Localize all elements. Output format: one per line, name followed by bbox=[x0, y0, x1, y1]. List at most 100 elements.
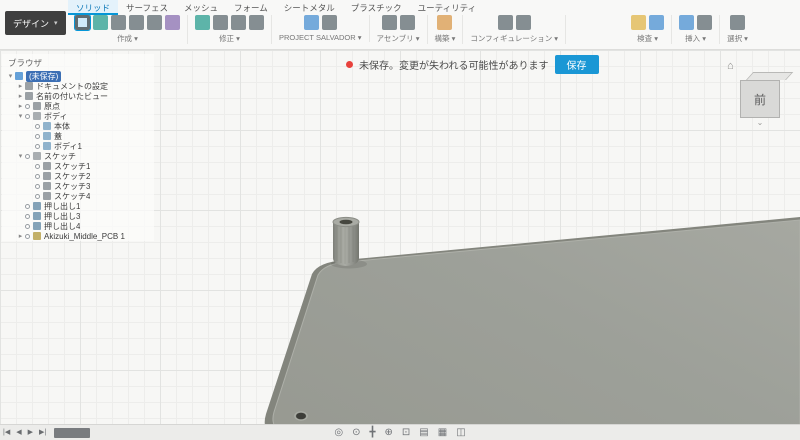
expand-icon[interactable]: ▸ bbox=[16, 82, 25, 90]
toolbar-group-label[interactable]: アセンブリ ▾ bbox=[377, 33, 420, 44]
browser-item[interactable]: 押し出し3 bbox=[2, 211, 154, 221]
fillet-icon[interactable] bbox=[213, 15, 228, 30]
toolbar-group-label[interactable]: 作成 ▾ bbox=[75, 33, 180, 44]
browser-item[interactable]: スケッチ2 bbox=[2, 171, 154, 181]
visibility-eye-icon[interactable] bbox=[25, 233, 30, 239]
tab-ソリッド[interactable]: ソリッド bbox=[68, 0, 119, 15]
toolbar-group-label[interactable]: コンフィギュレーション ▾ bbox=[470, 33, 558, 44]
addin-tool-1-icon[interactable] bbox=[303, 15, 319, 30]
display-settings-icon[interactable]: ▤ bbox=[419, 425, 428, 440]
standoff-hole[interactable] bbox=[339, 219, 353, 225]
collapse-icon[interactable]: ▾ bbox=[16, 152, 25, 160]
tab-フォーム[interactable]: フォーム bbox=[226, 0, 276, 15]
browser-item[interactable]: ▾ スケッチ bbox=[2, 151, 154, 161]
collapse-icon[interactable]: ▾ bbox=[6, 72, 15, 80]
step-back-button[interactable]: ◀ bbox=[13, 425, 24, 440]
configuration-table-icon[interactable] bbox=[515, 15, 531, 30]
browser-item[interactable]: スケッチ1 bbox=[2, 161, 154, 171]
mounting-hole[interactable] bbox=[296, 412, 306, 420]
revolve-icon[interactable] bbox=[111, 15, 126, 30]
insert-svg-icon[interactable] bbox=[697, 15, 713, 30]
section-analysis-icon[interactable] bbox=[649, 15, 665, 30]
viewcube-top-face[interactable] bbox=[746, 72, 794, 80]
browser-item[interactable]: スケッチ3 bbox=[2, 181, 154, 191]
sweep-icon[interactable] bbox=[129, 15, 144, 30]
tab-サーフェス[interactable]: サーフェス bbox=[118, 0, 176, 15]
toolbar-group-label[interactable]: 挿入 ▾ bbox=[679, 33, 712, 44]
browser-item[interactable]: ▸ 原点 bbox=[2, 101, 154, 111]
workspace-selector[interactable]: デザイン ▾ bbox=[5, 11, 66, 35]
browser-item[interactable]: 本体 bbox=[2, 121, 154, 131]
new-component-icon[interactable] bbox=[381, 15, 397, 30]
toolbar-group-label[interactable]: 選択 ▾ bbox=[727, 33, 748, 44]
collapse-icon[interactable]: ▾ bbox=[16, 112, 25, 120]
go-to-end-button[interactable]: ▶| bbox=[36, 425, 49, 440]
browser-item[interactable]: 押し出し4 bbox=[2, 221, 154, 231]
save-button[interactable]: 保存 bbox=[554, 55, 599, 74]
new-solid-icon[interactable] bbox=[74, 14, 91, 31]
visibility-eye-icon[interactable] bbox=[25, 203, 30, 209]
visibility-eye-icon[interactable] bbox=[35, 163, 40, 169]
expand-icon[interactable]: ▸ bbox=[16, 92, 25, 100]
visibility-eye-icon[interactable] bbox=[25, 223, 30, 229]
visibility-eye-icon[interactable] bbox=[35, 193, 40, 199]
measure-icon[interactable] bbox=[631, 15, 647, 30]
shell-icon[interactable] bbox=[231, 15, 246, 30]
browser-item[interactable]: ▾ (未保存) bbox=[2, 70, 154, 82]
addin-tool-2-icon[interactable] bbox=[321, 15, 337, 30]
joint-icon[interactable] bbox=[399, 15, 415, 30]
visibility-eye-icon[interactable] bbox=[25, 113, 30, 119]
chevron-down-icon: ▾ bbox=[54, 20, 58, 27]
visibility-eye-icon[interactable] bbox=[35, 133, 40, 139]
tab-プラスチック[interactable]: プラスチック bbox=[343, 0, 410, 15]
construction-plane-icon[interactable] bbox=[437, 15, 453, 30]
toolbar-group-label[interactable]: 構築 ▾ bbox=[435, 33, 456, 44]
press-pull-icon[interactable] bbox=[195, 15, 210, 30]
toolbar-group: コンフィギュレーション ▾ bbox=[463, 15, 567, 44]
select-icon[interactable] bbox=[730, 15, 745, 30]
toolbar-group-label[interactable]: PROJECT SALVADOR ▾ bbox=[279, 33, 362, 42]
visibility-eye-icon[interactable] bbox=[35, 183, 40, 189]
timeline-slider[interactable] bbox=[54, 427, 91, 438]
loft-icon[interactable] bbox=[147, 15, 162, 30]
expand-icon[interactable]: ▸ bbox=[16, 102, 25, 110]
pan-icon[interactable]: ╋ bbox=[369, 425, 375, 440]
home-icon[interactable]: ⌂ bbox=[727, 60, 734, 72]
browser-item[interactable]: ▸ 名前の付いたビュー bbox=[2, 91, 154, 101]
orbit-icon[interactable]: ◎ bbox=[334, 425, 343, 440]
tab-シートメタル[interactable]: シートメタル bbox=[276, 0, 343, 15]
insert-mesh-icon[interactable] bbox=[679, 15, 695, 30]
configuration-icon[interactable] bbox=[497, 15, 513, 30]
browser-item[interactable]: 押し出し1 bbox=[2, 201, 154, 211]
browser-item[interactable]: ▸ ドキュメントの設定 bbox=[2, 81, 154, 91]
visibility-eye-icon[interactable] bbox=[35, 173, 40, 179]
play-button[interactable]: ▶ bbox=[25, 425, 36, 440]
browser-item[interactable]: ▾ ボディ bbox=[2, 111, 154, 121]
expand-icon[interactable]: ▸ bbox=[16, 232, 25, 240]
grid-settings-icon[interactable]: ▦ bbox=[438, 425, 447, 440]
browser-item[interactable]: ▸ Akizuki_Middle_PCB 1 bbox=[2, 231, 154, 241]
browser-item[interactable]: 蓋 bbox=[2, 131, 154, 141]
visibility-eye-icon[interactable] bbox=[25, 103, 30, 109]
browser-item[interactable]: スケッチ4 bbox=[2, 191, 154, 201]
go-to-start-button[interactable]: |◀ bbox=[0, 425, 13, 440]
browser-item[interactable]: ボディ1 bbox=[2, 141, 154, 151]
create-form-icon[interactable] bbox=[165, 15, 180, 30]
extrude-icon[interactable] bbox=[93, 15, 108, 30]
viewcube-front-face[interactable]: 前 bbox=[740, 80, 780, 118]
visibility-eye-icon[interactable] bbox=[25, 153, 30, 159]
tab-メッシュ[interactable]: メッシュ bbox=[176, 0, 226, 15]
visibility-eye-icon[interactable] bbox=[35, 123, 40, 129]
visibility-eye-icon[interactable] bbox=[35, 143, 40, 149]
tab-ユーティリティ[interactable]: ユーティリティ bbox=[410, 0, 484, 15]
visibility-eye-icon[interactable] bbox=[25, 213, 30, 219]
look-at-icon[interactable]: ⊙ bbox=[352, 425, 360, 440]
combine-icon[interactable] bbox=[249, 15, 264, 30]
fit-icon[interactable]: ⊡ bbox=[402, 425, 410, 440]
toolbar-group-label[interactable]: 修正 ▾ bbox=[195, 33, 264, 44]
toolbar-group-label[interactable]: 検査 ▾ bbox=[631, 33, 664, 44]
zoom-icon[interactable]: ⊕ bbox=[385, 425, 393, 440]
viewports-icon[interactable]: ◫ bbox=[456, 425, 465, 440]
viewcube-menu-icon[interactable]: ⌄ bbox=[740, 118, 780, 127]
toolbar-group: 検査 ▾ bbox=[624, 15, 673, 44]
